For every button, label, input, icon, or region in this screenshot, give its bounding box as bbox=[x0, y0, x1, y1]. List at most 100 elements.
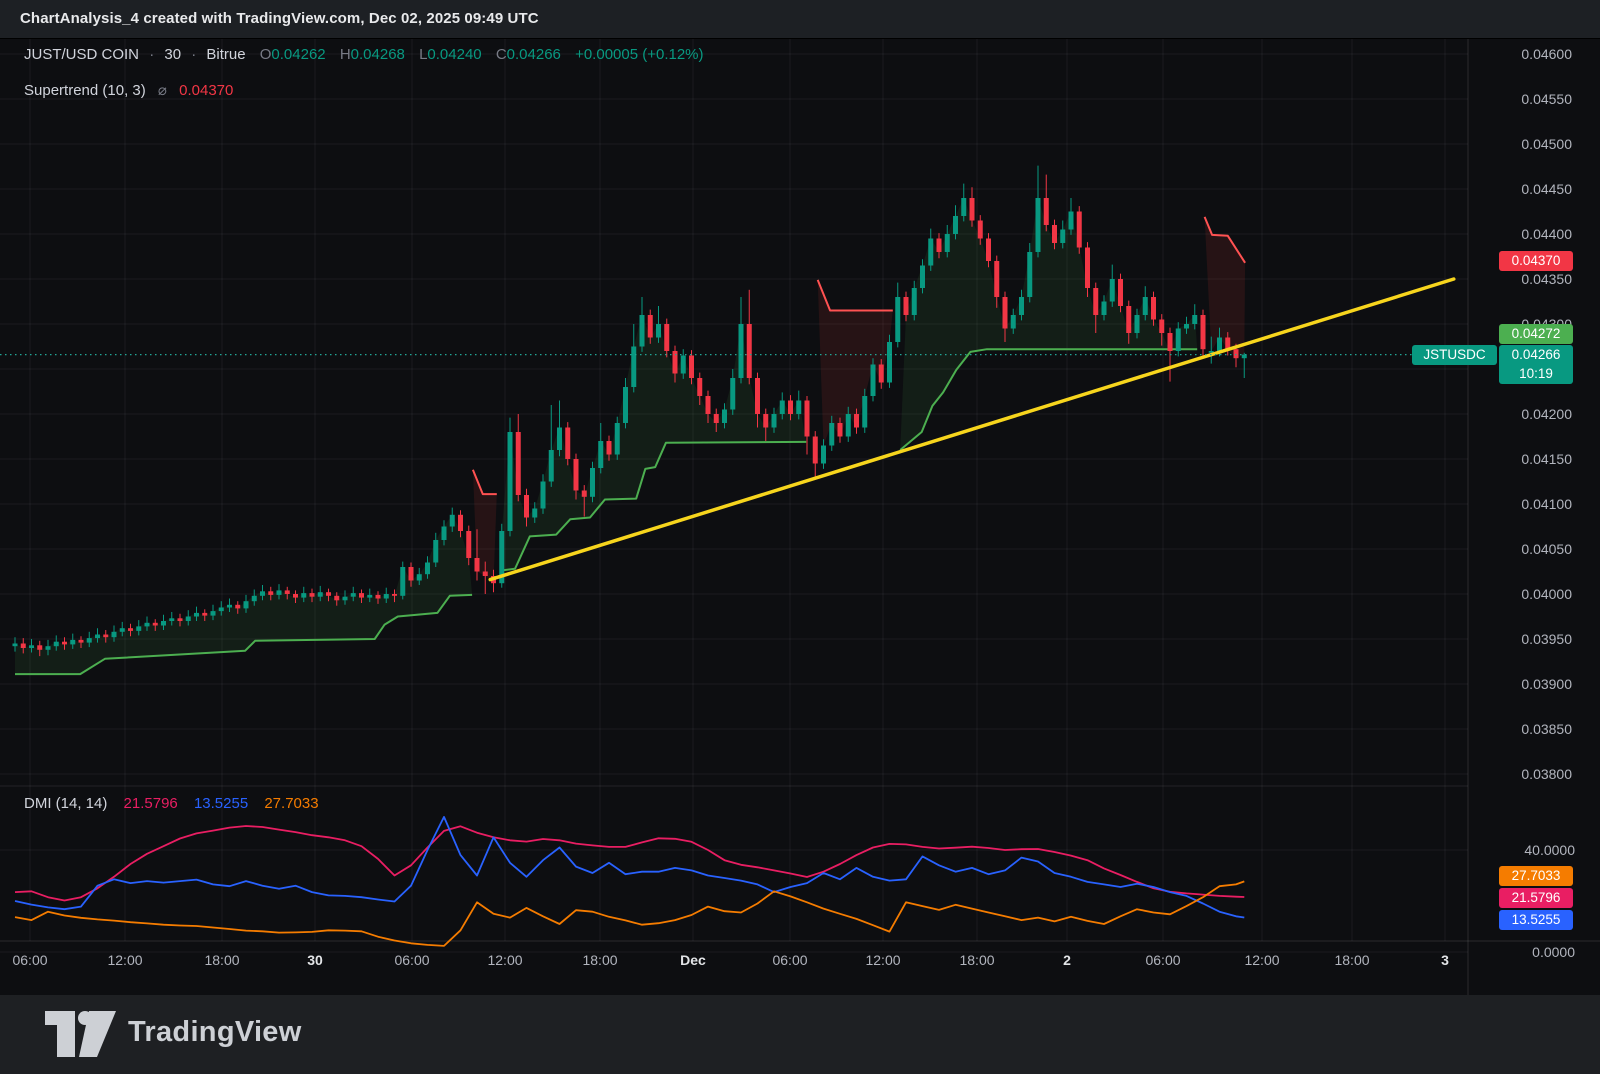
chart-canvas[interactable] bbox=[0, 0, 1600, 1074]
price-axis-label: 0.04200 bbox=[1521, 406, 1572, 422]
price-axis-label: 0.04100 bbox=[1521, 496, 1572, 512]
time-axis-label: 06:00 bbox=[1145, 952, 1180, 968]
candle-body bbox=[689, 356, 694, 379]
tradingview-brand-name[interactable]: TradingView bbox=[128, 1016, 302, 1049]
open-label: O bbox=[260, 46, 272, 63]
candle-body bbox=[1192, 315, 1197, 324]
dmi-plus_di-line bbox=[15, 817, 1244, 918]
candle-body bbox=[409, 567, 414, 581]
candle-body bbox=[219, 608, 224, 612]
candle-body bbox=[681, 356, 686, 374]
tradingview-logo-icon[interactable] bbox=[45, 1011, 117, 1064]
candle-body bbox=[730, 378, 735, 410]
candle-body bbox=[739, 324, 744, 378]
candle-body bbox=[153, 623, 158, 626]
candle-body bbox=[953, 216, 958, 234]
price-axis-label: 0.04450 bbox=[1521, 181, 1572, 197]
price-axis-label: 0.03850 bbox=[1521, 721, 1572, 737]
candle-body bbox=[1234, 349, 1239, 358]
candle-body bbox=[293, 594, 298, 598]
candle-body bbox=[79, 640, 84, 643]
candle-body bbox=[780, 401, 785, 415]
candle-body bbox=[813, 437, 818, 464]
candle-body bbox=[565, 428, 570, 460]
candle-body bbox=[945, 234, 950, 252]
candle-body bbox=[772, 414, 777, 428]
candle-body bbox=[194, 613, 199, 617]
candle-body bbox=[904, 297, 909, 315]
price-axis-label: 0.04400 bbox=[1521, 226, 1572, 242]
time-axis-label: 18:00 bbox=[1334, 952, 1369, 968]
candle-body bbox=[656, 324, 661, 338]
candle-body bbox=[986, 239, 991, 262]
candle-body bbox=[46, 646, 51, 650]
time-axis-label: 12:00 bbox=[865, 952, 900, 968]
time-axis-label: 18:00 bbox=[959, 952, 994, 968]
candle-body bbox=[590, 468, 595, 497]
candle-body bbox=[252, 596, 257, 601]
candle-body bbox=[1168, 333, 1173, 351]
dmi-axis-label: 40.0000 bbox=[1524, 842, 1575, 858]
candle-body bbox=[1085, 248, 1090, 289]
candle-body bbox=[1003, 297, 1008, 329]
candle-body bbox=[351, 593, 356, 597]
change-value: +0.00005 (+0.12%) bbox=[575, 46, 703, 63]
candle-body bbox=[664, 324, 669, 351]
high-label: H bbox=[340, 46, 351, 63]
candle-body bbox=[161, 621, 166, 626]
candle-body bbox=[103, 635, 108, 638]
symbol-legend: JUST/USD COIN · 30 · Bitrue O0.04262 H0.… bbox=[24, 46, 704, 63]
time-axis-label: 18:00 bbox=[204, 952, 239, 968]
candle-body bbox=[1019, 297, 1024, 315]
candle-body bbox=[1093, 288, 1098, 315]
candle-body bbox=[574, 459, 579, 491]
indicator-value: 0.04370 bbox=[179, 82, 233, 99]
candle-body bbox=[285, 590, 290, 594]
dmi-minus-di-value: 27.7033 bbox=[264, 795, 318, 812]
price-axis-label: 0.03800 bbox=[1521, 766, 1572, 782]
candle-body bbox=[640, 315, 645, 347]
price-axis-label: 0.04600 bbox=[1521, 46, 1572, 62]
candle-body bbox=[458, 515, 463, 531]
supertrend-line-down bbox=[818, 280, 893, 311]
candle-body bbox=[367, 595, 372, 598]
candle-body bbox=[532, 509, 537, 518]
candle-body bbox=[400, 567, 405, 596]
candle-body bbox=[978, 221, 983, 239]
candle-body bbox=[607, 441, 612, 455]
candle-body bbox=[425, 563, 430, 575]
candle-body bbox=[994, 261, 999, 297]
dmi-adx-badge: 21.5796 bbox=[1499, 888, 1573, 908]
candle-body bbox=[37, 645, 42, 650]
time-axis-label: 18:00 bbox=[582, 952, 617, 968]
candle-body bbox=[326, 592, 331, 596]
candle-body bbox=[359, 593, 364, 598]
candle-body bbox=[417, 574, 422, 580]
dmi-minus_di-line bbox=[15, 881, 1244, 946]
candle-body bbox=[928, 239, 933, 266]
candle-body bbox=[450, 515, 455, 527]
candle-body bbox=[1118, 279, 1123, 306]
candle-body bbox=[1217, 338, 1222, 352]
candle-body bbox=[871, 365, 876, 397]
candle-body bbox=[615, 423, 620, 455]
interval-label: 30 bbox=[164, 46, 181, 63]
candle-body bbox=[1102, 302, 1107, 316]
footer-bar: TradingView bbox=[0, 995, 1600, 1074]
candle-body bbox=[244, 601, 249, 608]
candle-body bbox=[433, 540, 438, 563]
candle-body bbox=[1036, 198, 1041, 252]
price-axis-label: 0.04050 bbox=[1521, 541, 1572, 557]
candle-body bbox=[920, 266, 925, 289]
tradingview-chart-app: { "header": { "title": "ChartAnalysis_4 … bbox=[0, 0, 1600, 1074]
candle-body bbox=[697, 378, 702, 396]
candle-body bbox=[392, 594, 397, 596]
high-value: 0.04268 bbox=[351, 46, 405, 63]
candle-body bbox=[318, 592, 323, 597]
candle-body bbox=[1151, 297, 1156, 320]
candle-body bbox=[87, 638, 92, 643]
candle-body bbox=[1011, 315, 1016, 329]
candle-body bbox=[70, 640, 75, 645]
candle-body bbox=[747, 324, 752, 378]
low-value: 0.04240 bbox=[427, 46, 481, 63]
